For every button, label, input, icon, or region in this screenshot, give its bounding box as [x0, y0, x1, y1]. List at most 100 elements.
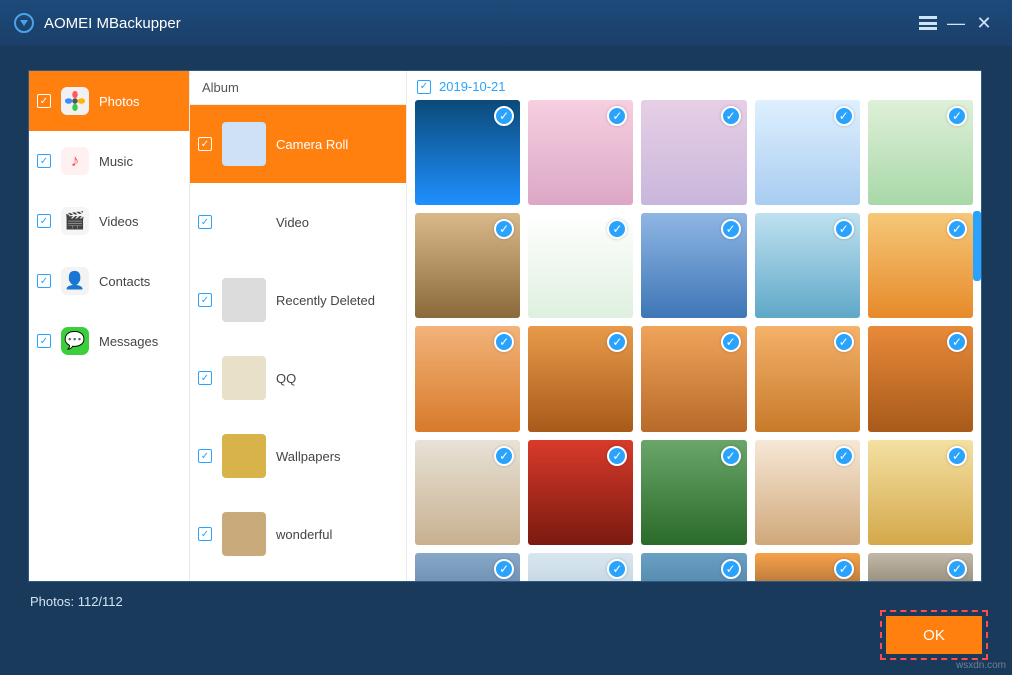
photo-thumb[interactable]: ✓	[415, 326, 520, 431]
album-label: wonderful	[276, 527, 332, 542]
photo-thumb[interactable]: ✓	[755, 553, 860, 581]
photo-thumb[interactable]: ✓	[415, 440, 520, 545]
album-item[interactable]: ✓ Camera Roll	[190, 105, 406, 183]
sidebar-checkbox[interactable]: ✓	[37, 214, 51, 228]
photo-thumb[interactable]: ✓	[868, 440, 973, 545]
album-checkbox[interactable]: ✓	[198, 215, 212, 229]
album-item[interactable]: ✓ Wallpapers	[190, 417, 406, 495]
check-icon[interactable]: ✓	[947, 219, 967, 239]
gallery-date-header[interactable]: ✓ 2019-10-21	[407, 71, 981, 96]
album-checkbox[interactable]: ✓	[198, 449, 212, 463]
photo-thumb[interactable]: ✓	[868, 553, 973, 581]
photo-thumb[interactable]: ✓	[755, 213, 860, 318]
gallery-pane: ✓ 2019-10-21 ✓ ✓ ✓ ✓ ✓ ✓ ✓ ✓ ✓ ✓ ✓ ✓ ✓ ✓ ✓ ✓ ✓ ✓ ✓ ✓ ✓ ✓ ✓ ✓ ✓	[407, 71, 981, 581]
sidebar-item-videos[interactable]: ✓ 🎬 Videos	[29, 191, 189, 251]
sidebar-item-label: Music	[99, 154, 133, 169]
check-icon[interactable]: ✓	[494, 219, 514, 239]
sidebar-item-photos[interactable]: ✓ Photos	[29, 71, 189, 131]
album-label: Video	[276, 215, 309, 230]
album-list[interactable]: ✓ Camera Roll✓ Video✓ Recently Deleted✓ …	[190, 105, 406, 581]
check-icon[interactable]: ✓	[834, 219, 854, 239]
photo-thumb[interactable]: ✓	[755, 440, 860, 545]
photo-thumb[interactable]: ✓	[868, 100, 973, 205]
check-icon[interactable]: ✓	[834, 332, 854, 352]
check-icon[interactable]: ✓	[494, 559, 514, 579]
check-icon[interactable]: ✓	[721, 332, 741, 352]
check-icon[interactable]: ✓	[947, 559, 967, 579]
photo-thumb[interactable]: ✓	[641, 440, 746, 545]
photo-thumb[interactable]: ✓	[641, 553, 746, 581]
watermark: wsxdn.com	[956, 660, 1006, 671]
photo-thumb[interactable]: ✓	[868, 326, 973, 431]
photo-thumb[interactable]: ✓	[755, 326, 860, 431]
photo-thumb[interactable]: ✓	[528, 100, 633, 205]
check-icon[interactable]: ✓	[607, 332, 627, 352]
photo-thumb[interactable]: ✓	[868, 213, 973, 318]
photo-thumb[interactable]: ✓	[755, 100, 860, 205]
status-text: Photos: 112/112	[30, 594, 123, 609]
main-panel: ✓ Photos✓ ♪ Music✓ 🎬 Videos✓ 👤 Contacts✓…	[28, 70, 982, 582]
album-item[interactable]: ✓ Recently Deleted	[190, 261, 406, 339]
album-checkbox[interactable]: ✓	[198, 527, 212, 541]
photo-grid[interactable]: ✓ ✓ ✓ ✓ ✓ ✓ ✓ ✓ ✓ ✓ ✓ ✓ ✓ ✓ ✓ ✓ ✓ ✓ ✓ ✓ ✓ ✓ ✓ ✓ ✓	[407, 96, 981, 581]
category-sidebar: ✓ Photos✓ ♪ Music✓ 🎬 Videos✓ 👤 Contacts✓…	[29, 71, 189, 581]
sidebar-item-messages[interactable]: ✓ 💬 Messages	[29, 311, 189, 371]
album-checkbox[interactable]: ✓	[198, 137, 212, 151]
sidebar-checkbox[interactable]: ✓	[37, 94, 51, 108]
photo-thumb[interactable]: ✓	[641, 326, 746, 431]
photo-thumb[interactable]: ✓	[415, 553, 520, 581]
close-button[interactable]: ✕	[970, 9, 998, 37]
date-checkbox[interactable]: ✓	[417, 80, 431, 94]
check-icon[interactable]: ✓	[947, 332, 967, 352]
photo-thumb[interactable]: ✓	[415, 213, 520, 318]
album-header: Album	[190, 71, 406, 105]
check-icon[interactable]: ✓	[721, 559, 741, 579]
sidebar-checkbox[interactable]: ✓	[37, 334, 51, 348]
photo-thumb[interactable]: ✓	[415, 100, 520, 205]
photo-thumb[interactable]: ✓	[528, 326, 633, 431]
check-icon[interactable]: ✓	[721, 446, 741, 466]
check-icon[interactable]: ✓	[834, 446, 854, 466]
photos-icon	[61, 87, 89, 115]
album-thumb	[222, 122, 266, 166]
list-view-button[interactable]	[914, 9, 942, 37]
check-icon[interactable]: ✓	[834, 106, 854, 126]
album-checkbox[interactable]: ✓	[198, 293, 212, 307]
videos-icon: 🎬	[61, 207, 89, 235]
album-thumb	[222, 434, 266, 478]
sidebar-item-music[interactable]: ✓ ♪ Music	[29, 131, 189, 191]
music-icon: ♪	[61, 147, 89, 175]
check-icon[interactable]: ✓	[607, 106, 627, 126]
check-icon[interactable]: ✓	[607, 559, 627, 579]
photo-thumb[interactable]: ✓	[641, 213, 746, 318]
sidebar-checkbox[interactable]: ✓	[37, 154, 51, 168]
album-column: Album ✓ Camera Roll✓ Video✓ Recently Del…	[189, 71, 407, 581]
check-icon[interactable]: ✓	[494, 332, 514, 352]
album-item[interactable]: ✓ wonderful	[190, 495, 406, 573]
check-icon[interactable]: ✓	[721, 106, 741, 126]
photo-thumb[interactable]: ✓	[528, 213, 633, 318]
album-item[interactable]: ✓ QQ	[190, 339, 406, 417]
scrollbar-thumb[interactable]	[973, 211, 981, 281]
sidebar-item-contacts[interactable]: ✓ 👤 Contacts	[29, 251, 189, 311]
check-icon[interactable]: ✓	[721, 219, 741, 239]
album-thumb	[222, 200, 266, 244]
check-icon[interactable]: ✓	[494, 446, 514, 466]
photo-thumb[interactable]: ✓	[528, 553, 633, 581]
minimize-button[interactable]: —	[942, 9, 970, 37]
photo-thumb[interactable]: ✓	[528, 440, 633, 545]
sidebar-checkbox[interactable]: ✓	[37, 274, 51, 288]
album-checkbox[interactable]: ✓	[198, 371, 212, 385]
check-icon[interactable]: ✓	[607, 446, 627, 466]
photo-thumb[interactable]: ✓	[641, 100, 746, 205]
check-icon[interactable]: ✓	[947, 446, 967, 466]
check-icon[interactable]: ✓	[494, 106, 514, 126]
album-item[interactable]: ✓ Video	[190, 183, 406, 261]
check-icon[interactable]: ✓	[947, 106, 967, 126]
ok-button[interactable]: OK	[886, 616, 982, 654]
album-label: Wallpapers	[276, 449, 341, 464]
check-icon[interactable]: ✓	[834, 559, 854, 579]
check-icon[interactable]: ✓	[607, 219, 627, 239]
gallery-date: 2019-10-21	[439, 79, 506, 94]
album-thumb	[222, 356, 266, 400]
